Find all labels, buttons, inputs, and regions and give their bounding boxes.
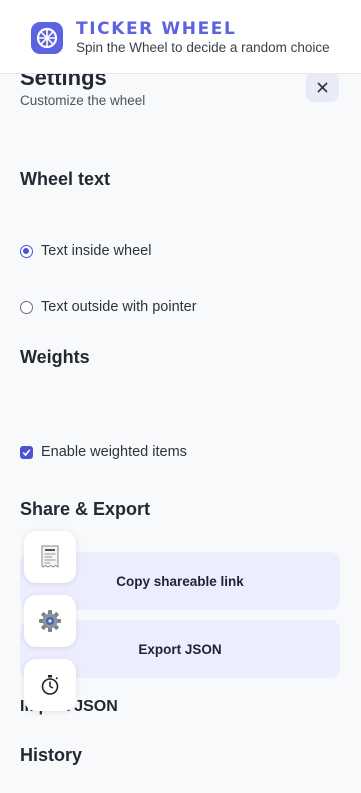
enable-weights-checkbox[interactable] xyxy=(20,445,33,459)
gear-icon xyxy=(39,610,61,632)
app-header: TICKER WHEEL Spin the Wheel to decide a … xyxy=(0,0,361,74)
weights-heading: Weights xyxy=(20,347,90,367)
enable-weights-option[interactable]: Enable weighted items xyxy=(20,444,187,460)
history-heading: History xyxy=(20,745,83,765)
receipt-icon xyxy=(41,545,59,568)
radio-button[interactable] xyxy=(20,300,33,314)
wheel-text-heading: Wheel text xyxy=(20,169,111,189)
stopwatch-icon xyxy=(41,675,59,695)
settings-subtitle: Customize the wheel xyxy=(20,93,146,108)
settings-tool-button[interactable] xyxy=(24,595,76,647)
radio-label: Text inside wheel xyxy=(41,243,152,259)
timer-tool-button[interactable] xyxy=(24,659,76,711)
close-icon xyxy=(317,81,328,93)
radio-text-outside[interactable]: Text outside with pointer xyxy=(20,299,197,315)
app-title: TICKER WHEEL xyxy=(76,19,237,39)
wheel-logo-icon[interactable] xyxy=(31,22,63,54)
radio-text-inside[interactable]: Text inside wheel xyxy=(20,243,151,259)
app-subtitle: Spin the Wheel to decide a random choice xyxy=(76,40,330,55)
close-button[interactable] xyxy=(306,72,339,102)
enable-weights-label: Enable weighted items xyxy=(41,444,187,460)
share-export-heading: Share & Export xyxy=(20,499,151,519)
receipt-tool-button[interactable] xyxy=(24,531,76,583)
radio-button-selected[interactable] xyxy=(20,244,33,258)
radio-label: Text outside with pointer xyxy=(41,299,197,315)
checkmark-icon xyxy=(22,448,31,456)
